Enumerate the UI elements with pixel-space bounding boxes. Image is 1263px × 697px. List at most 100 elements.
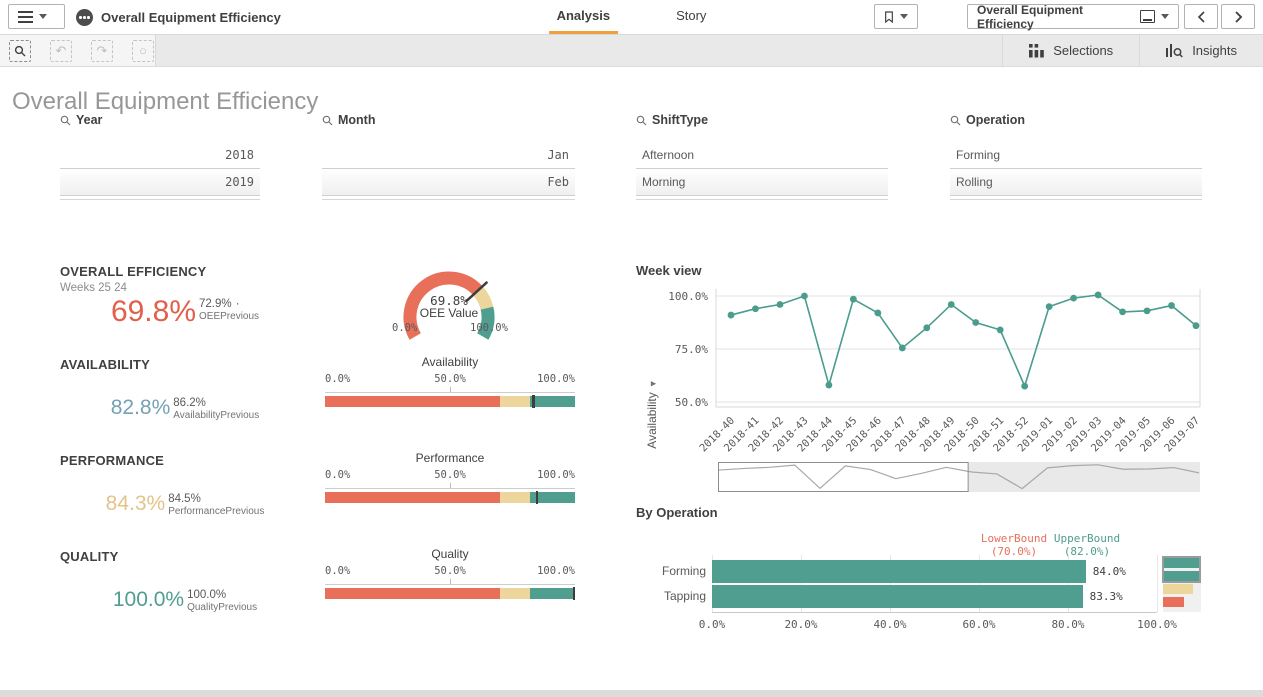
data-point-2018-48[interactable] [923, 324, 930, 331]
toolbar-right: Selections Insights [1002, 35, 1263, 66]
filter-label[interactable]: Month [322, 112, 575, 128]
performance-bullet-chart[interactable]: Performance 0.0%50.0%100.0% [325, 451, 575, 503]
data-point-2019-05[interactable] [1144, 307, 1151, 314]
category-label-forming[interactable]: Forming [630, 564, 706, 578]
filter-label[interactable]: ShiftType [636, 112, 888, 128]
filter-label[interactable]: Operation [950, 112, 1202, 128]
availability-bullet-chart[interactable]: Availability 0.0%50.0%100.0% [325, 355, 575, 407]
filter-scroll-stub [60, 196, 260, 200]
clear-selections-button[interactable]: ○ [132, 40, 154, 62]
selections-button[interactable]: Selections [1002, 35, 1139, 66]
global-menu-button[interactable] [8, 4, 65, 29]
bullet-bar[interactable] [325, 588, 575, 599]
filter-value-2019[interactable]: 2019 [60, 169, 260, 196]
data-point-2018-47[interactable] [899, 345, 906, 352]
tab-analysis[interactable]: Analysis [549, 0, 618, 34]
bullet-value-marker [536, 491, 539, 504]
y-tick-label: 75.0% [675, 343, 708, 356]
selections-label: Selections [1053, 43, 1113, 58]
data-point-2018-42[interactable] [777, 301, 784, 308]
filter-value-forming[interactable]: Forming [950, 142, 1202, 169]
navigator-window[interactable] [719, 463, 969, 492]
kpi-availability[interactable]: 82.8% 86.2% AvailabilityPrevious [55, 396, 315, 421]
tab-story[interactable]: Story [668, 0, 714, 34]
prev-sheet-button[interactable] [1184, 4, 1218, 29]
data-point-2018-49[interactable] [948, 301, 955, 308]
bullet-range-segment [500, 396, 530, 407]
hamburger-icon [18, 11, 33, 23]
data-point-2019-07[interactable] [1193, 322, 1200, 329]
data-point-2018-40[interactable] [728, 312, 735, 319]
data-point-2019-06[interactable] [1168, 302, 1175, 309]
smart-search-button[interactable] [9, 40, 31, 62]
bullet-title: Availability [325, 355, 575, 370]
selections-toolbar: ↶ ↷ ○ Selections [0, 35, 1263, 67]
filter-value-afternoon[interactable]: Afternoon [636, 142, 888, 169]
data-point-2018-44[interactable] [825, 382, 832, 389]
data-point-2019-01[interactable] [1046, 303, 1053, 310]
bullet-range-segment [325, 492, 500, 503]
kpi-title-overall: OVERALL EFFICIENCY [60, 264, 206, 279]
bullet-range-segment [530, 588, 575, 599]
kpi-performance[interactable]: 84.3% 84.5% PerformancePrevious [55, 492, 315, 517]
bullet-bar[interactable] [325, 396, 575, 407]
next-sheet-button[interactable] [1221, 4, 1255, 29]
data-point-2019-04[interactable] [1119, 309, 1126, 316]
search-icon [322, 115, 333, 126]
insights-button[interactable]: Insights [1139, 35, 1263, 66]
top-bar: Overall Equipment Efficiency Analysis St… [0, 0, 1263, 35]
kpi-overall-efficiency[interactable]: 69.8% 72.9%· OEEPrevious [55, 296, 315, 327]
search-icon [636, 115, 647, 126]
data-point-2018-41[interactable] [752, 305, 759, 312]
x-tick-label: 100.0% [1137, 618, 1177, 631]
tick-label: 0.0% [325, 373, 350, 385]
x-tick-label: 60.0% [962, 618, 995, 631]
gauge-center-label: 69.8% OEE Value [399, 294, 499, 320]
redo-selection-button[interactable]: ↷ [91, 40, 113, 62]
app-title: Overall Equipment Efficiency [101, 10, 281, 25]
category-label-tapping[interactable]: Tapping [630, 589, 706, 603]
tick-label: 0.0% [325, 565, 350, 577]
data-point-2019-02[interactable] [1070, 295, 1077, 302]
bar-chart-minimap[interactable] [1163, 556, 1201, 612]
gauge-min-label: 0.0% [392, 322, 417, 334]
bullet-value-marker [573, 587, 576, 600]
filter-value-rolling[interactable]: Rolling [950, 169, 1202, 196]
data-point-2018-52[interactable] [1021, 383, 1028, 390]
bullet-range-segment [325, 396, 500, 407]
data-point-2018-51[interactable] [997, 327, 1004, 334]
filter-label[interactable]: Year [60, 112, 260, 128]
data-point-2018-45[interactable] [850, 296, 857, 303]
bullet-axis-line [325, 577, 575, 585]
weekview-line-chart[interactable]: 100.0%75.0%50.0%2018-402018-412018-42201… [630, 285, 1210, 462]
clear-icon: ○ [139, 44, 147, 57]
data-point-2018-46[interactable] [874, 310, 881, 317]
sheet-title: Overall Equipment Efficiency [977, 3, 1134, 31]
axis-mid-tick [450, 387, 451, 392]
filter-value-2018[interactable]: 2018 [60, 142, 260, 169]
quality-bullet-chart[interactable]: Quality 0.0%50.0%100.0% [325, 547, 575, 599]
bar-forming[interactable] [712, 560, 1086, 583]
filter-value-feb[interactable]: Feb [322, 169, 575, 196]
weekview-range-navigator[interactable] [718, 462, 1200, 493]
data-point-2018-43[interactable] [801, 293, 808, 300]
bar-tapping[interactable] [712, 585, 1083, 608]
kpi-previous: 100.0% QualityPrevious [187, 588, 257, 613]
kpi-quality[interactable]: 100.0% 100.0% QualityPrevious [55, 588, 315, 613]
tick-label: 100.0% [537, 373, 575, 385]
bottom-strip [0, 690, 1263, 697]
bullet-bar[interactable] [325, 492, 575, 503]
tick-label: 0.0% [325, 469, 350, 481]
data-point-2018-50[interactable] [972, 319, 979, 326]
minimap-window[interactable] [1162, 556, 1201, 583]
filter-value-morning[interactable]: Morning [636, 169, 888, 196]
filter-value-jan[interactable]: Jan [322, 142, 575, 169]
insights-label: Insights [1192, 43, 1237, 58]
sheet-selector-button[interactable]: Overall Equipment Efficiency [967, 4, 1179, 29]
filter-title: Month [338, 113, 375, 127]
undo-selection-button[interactable]: ↶ [50, 40, 72, 62]
bookmark-button[interactable] [874, 4, 918, 29]
data-point-2019-03[interactable] [1095, 292, 1102, 299]
bullet-axis-line [325, 385, 575, 393]
byoperation-bar-chart[interactable]: 0.0%20.0%40.0%60.0%80.0%100.0%Forming84.… [630, 555, 1210, 650]
